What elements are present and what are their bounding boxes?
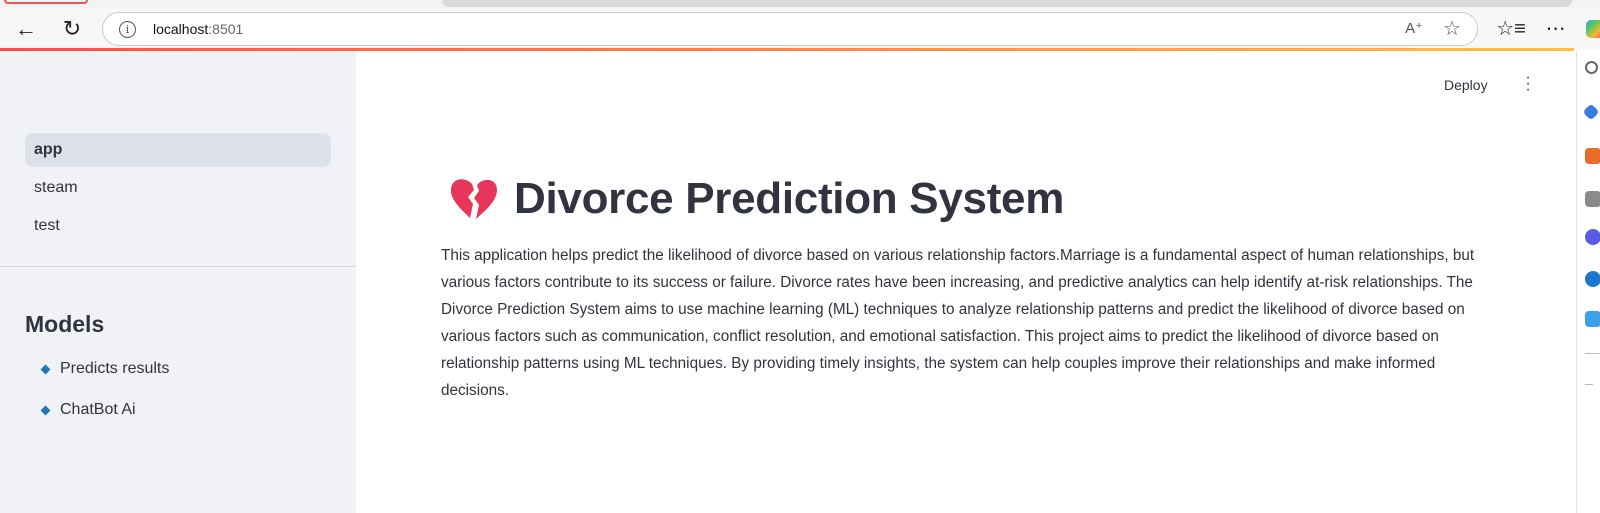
sidebar-item-test[interactable]: test: [25, 209, 331, 243]
drop-icon[interactable]: [1585, 311, 1600, 327]
main-menu-icon[interactable]: · · ·: [1523, 70, 1533, 98]
copilot-side-icon[interactable]: [1582, 103, 1600, 121]
read-aloud-icon[interactable]: A⁺: [1405, 19, 1423, 37]
copilot-icon[interactable]: [1586, 20, 1600, 38]
favorite-star-icon[interactable]: ☆: [1443, 16, 1461, 41]
address-bar[interactable]: i localhost:8501 A⁺ ☆: [102, 12, 1478, 46]
games-icon[interactable]: [1585, 229, 1600, 245]
url-host: localhost: [153, 21, 209, 37]
browser-tab-strip: [0, 0, 1600, 8]
sidebar-item-steam[interactable]: steam: [25, 171, 331, 205]
app-description: This application helps predict the likel…: [441, 247, 1475, 399]
broken-heart-icon: [450, 179, 497, 219]
models-heading: Models: [25, 311, 105, 337]
page-title: Divorce Prediction System: [514, 174, 1065, 223]
browser-side-panel: [1576, 51, 1600, 513]
deploy-button[interactable]: Deploy: [1444, 77, 1488, 93]
search-icon[interactable]: [1585, 61, 1598, 74]
sidebar-divider: [0, 266, 356, 267]
previous-tab[interactable]: [4, 0, 88, 4]
outlook-icon[interactable]: [1585, 271, 1600, 287]
favorites-list-icon[interactable]: ☆≡: [1496, 16, 1526, 46]
sidebar-item-app[interactable]: app: [25, 133, 331, 167]
side-panel-divider: [1585, 353, 1600, 354]
back-arrow-icon[interactable]: ←: [11, 14, 41, 44]
site-info-icon[interactable]: i: [119, 21, 136, 38]
shopping-icon[interactable]: [1585, 148, 1600, 164]
tools-icon[interactable]: [1585, 191, 1600, 207]
sidebar: app steam test Models Predicts results C…: [0, 51, 356, 513]
diamond-bullet-icon: [40, 364, 51, 375]
active-tab[interactable]: [442, 0, 1572, 7]
main-content: Deploy · · · Divorce Prediction System Thi…: [356, 51, 1576, 513]
model-item-label: ChatBot Ai: [60, 401, 136, 418]
model-item-label: Predicts results: [60, 360, 170, 377]
url-port: :8501: [208, 21, 244, 37]
browser-toolbar: ← ↻ i localhost:8501 A⁺ ☆ ☆≡ ⋯: [0, 8, 1600, 50]
more-options-icon[interactable]: ⋯: [1541, 16, 1571, 46]
url-text[interactable]: localhost:8501: [153, 21, 243, 37]
reload-icon[interactable]: ↻: [57, 14, 87, 44]
diamond-bullet-icon: [40, 405, 51, 416]
add-panel-icon[interactable]: [1585, 384, 1593, 385]
